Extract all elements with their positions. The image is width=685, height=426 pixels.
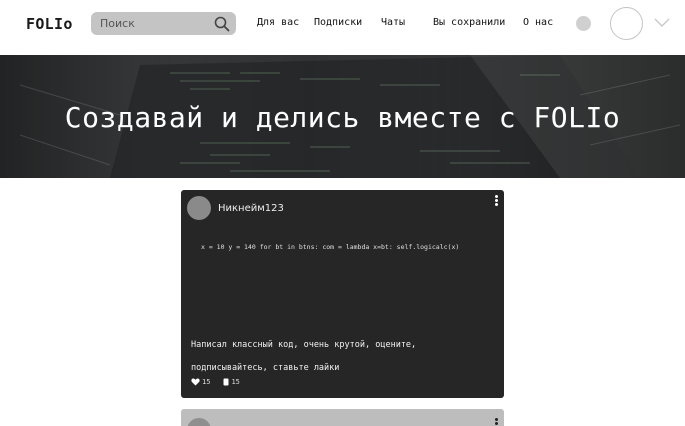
like-count: 15	[202, 378, 211, 386]
nav-chats[interactable]: Чаты	[381, 17, 405, 28]
avatar[interactable]	[610, 7, 643, 40]
comment-icon	[223, 378, 229, 386]
post-author-avatar[interactable]	[187, 418, 211, 426]
notification-dot[interactable]	[576, 16, 591, 31]
nav-about[interactable]: О нас	[523, 17, 553, 28]
post-card[interactable]	[181, 409, 504, 426]
post-stats: 15 15	[191, 378, 253, 386]
comment-count: 15	[231, 378, 240, 386]
comment-button[interactable]: 15	[223, 378, 240, 386]
logo[interactable]: FOLIo	[26, 15, 73, 33]
nav-saved[interactable]: Вы сохранили	[433, 17, 505, 28]
kebab-menu-icon[interactable]	[495, 195, 499, 207]
like-button[interactable]: 15	[191, 378, 210, 386]
top-header: FOLIo Для вас Подписки Чаты Вы сохранили…	[0, 0, 685, 55]
search-bar[interactable]	[91, 12, 236, 35]
post-author-name[interactable]: Никнейм123	[218, 203, 284, 214]
hero-title: Создавай и делись вместе с FOLIo	[64, 101, 621, 134]
search-input[interactable]	[100, 15, 210, 32]
search-icon[interactable]	[214, 16, 230, 32]
post-code-snippet: x = 10 y = 140 for bt in btns: com = lam…	[201, 243, 460, 251]
kebab-menu-icon[interactable]	[495, 418, 499, 426]
post-text: Написал классный код, очень крутой, оцен…	[191, 340, 417, 373]
hero-banner: Создавай и делись вместе с FOLIo	[0, 55, 685, 178]
post-author-avatar[interactable]	[187, 196, 211, 220]
heart-icon	[191, 378, 200, 386]
post-card[interactable]: Никнейм123 x = 10 y = 140 for bt in btns…	[181, 190, 504, 398]
chevron-down-icon[interactable]	[654, 16, 670, 28]
nav-for-you[interactable]: Для вас	[257, 17, 299, 28]
nav-subscriptions[interactable]: Подписки	[314, 17, 362, 28]
